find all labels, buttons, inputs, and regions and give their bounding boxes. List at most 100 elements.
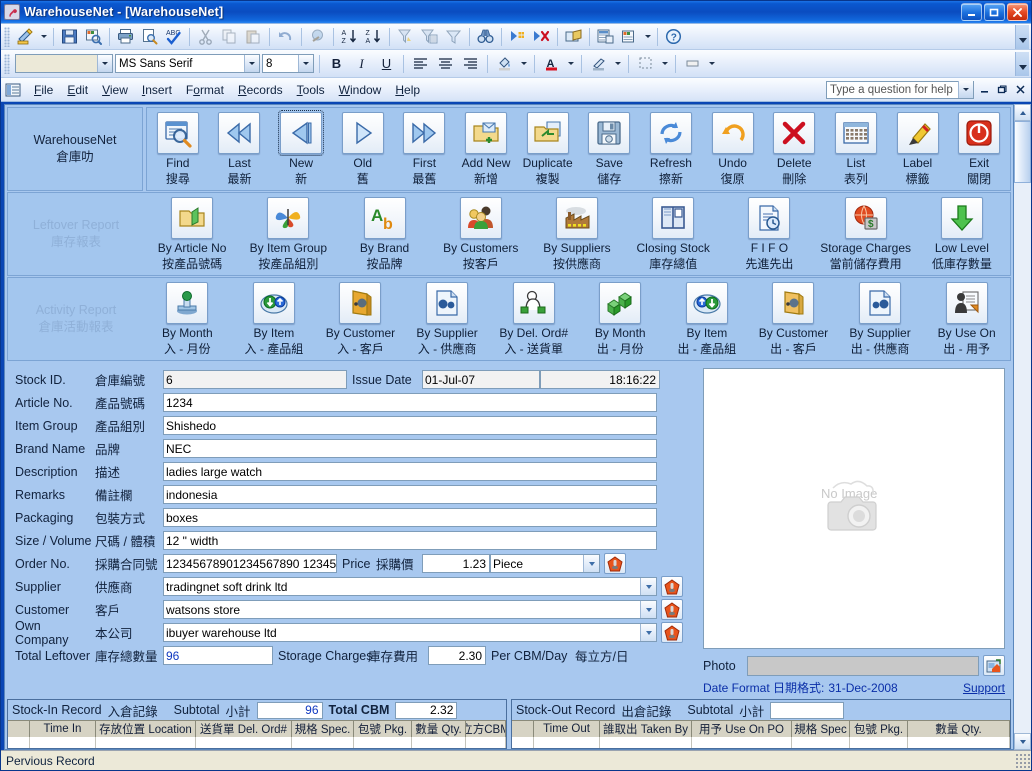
- remarks-input[interactable]: indonesia: [163, 485, 657, 504]
- align-left-icon[interactable]: [409, 53, 432, 75]
- stock-in-col-cbm[interactable]: 立方CBM: [466, 721, 506, 737]
- supplier-select[interactable]: tradingnet soft drink ltd: [163, 577, 657, 596]
- leftover-by-suppliers-button[interactable]: By Suppliers 按供應商: [529, 193, 625, 275]
- old-button[interactable]: Old 舊: [332, 108, 394, 190]
- leftover-by-article-no-button[interactable]: By Article No 按產品號碼: [144, 193, 240, 275]
- stock-in-col-location[interactable]: 存放位置 Location: [96, 721, 196, 737]
- align-center-icon[interactable]: [434, 53, 457, 75]
- menu-item-insert[interactable]: Insert: [135, 80, 179, 100]
- activity-in-by-month-button[interactable]: By Month 入 - 月份: [144, 278, 231, 360]
- stock-out-col-select[interactable]: [512, 721, 534, 737]
- find-button[interactable]: Find 搜尋: [147, 108, 209, 190]
- toolbar-overflow-button[interactable]: [1015, 25, 1029, 49]
- item-group-input[interactable]: Shishedo: [163, 416, 657, 435]
- photo-preview[interactable]: No Image: [703, 368, 1005, 649]
- spellcheck-icon[interactable]: ABC: [162, 26, 185, 48]
- stock-in-subtotal-value[interactable]: 96: [257, 702, 323, 719]
- activity-in-by-customer-button[interactable]: By Customer 入 - 客戶: [317, 278, 404, 360]
- stock-in-col-del-ord[interactable]: 送貨單 Del. Ord#: [196, 721, 292, 737]
- print-preview-icon[interactable]: [138, 26, 161, 48]
- menu-grip-icon[interactable]: [3, 81, 23, 99]
- chevron-down-icon[interactable]: [97, 55, 112, 72]
- print-icon[interactable]: [114, 26, 137, 48]
- font-size-select[interactable]: 8: [262, 54, 314, 73]
- undo-button[interactable]: Undo 復原: [702, 108, 764, 190]
- close-button[interactable]: [1007, 3, 1028, 21]
- resize-grip-icon[interactable]: [1015, 753, 1031, 769]
- line-style-dropdown-arrow[interactable]: [659, 53, 670, 75]
- sort-ascending-icon[interactable]: A Z: [338, 26, 361, 48]
- minimize-button[interactable]: [961, 3, 982, 21]
- support-link[interactable]: Support: [963, 681, 1005, 695]
- doc-close-button[interactable]: [1013, 82, 1028, 97]
- undo-icon[interactable]: [274, 26, 297, 48]
- leftover-by-item-group-button[interactable]: By Item Group 按產品組別: [240, 193, 336, 275]
- design-view-dropdown-arrow[interactable]: [38, 26, 49, 48]
- issue-date-input[interactable]: 01-Jul-07: [422, 370, 540, 389]
- last-button[interactable]: Last 最新: [209, 108, 271, 190]
- scroll-track-upper[interactable]: [1014, 121, 1031, 733]
- exit-button[interactable]: Exit 關閉: [948, 108, 1010, 190]
- scroll-thumb[interactable]: [1014, 121, 1031, 183]
- total-cbm-value[interactable]: 2.32: [395, 702, 457, 719]
- stock-out-row[interactable]: [512, 737, 1010, 748]
- new-button[interactable]: New 新: [270, 108, 332, 190]
- new-object-autoform-icon[interactable]: [618, 26, 641, 48]
- stock-id-input[interactable]: 6: [163, 370, 347, 389]
- align-right-icon[interactable]: [459, 53, 482, 75]
- chevron-down-icon[interactable]: [298, 55, 313, 72]
- help-question-input[interactable]: Type a question for help: [826, 81, 974, 99]
- list-button[interactable]: List 表列: [825, 108, 887, 190]
- article-no-input[interactable]: 1234: [163, 393, 657, 412]
- closing-stock-button[interactable]: Closing Stock 庫存總值: [625, 193, 721, 275]
- stock-in-col-select[interactable]: [8, 721, 30, 737]
- font-color-icon[interactable]: A: [540, 53, 563, 75]
- chevron-down-icon[interactable]: [583, 554, 599, 573]
- font-color-dropdown-arrow[interactable]: [565, 53, 576, 75]
- menu-item-edit[interactable]: Edit: [60, 80, 95, 100]
- total-leftover-input[interactable]: 96: [163, 646, 273, 665]
- first-button[interactable]: First 最舊: [394, 108, 456, 190]
- stock-out-col-spec[interactable]: 規格 Spec: [792, 721, 850, 737]
- line-color-icon[interactable]: [587, 53, 610, 75]
- browse-photo-button[interactable]: [983, 655, 1005, 676]
- leftover-by-customers-button[interactable]: By Customers 按客戶: [433, 193, 529, 275]
- stock-in-col-qty[interactable]: 數量 Qty.: [412, 721, 466, 737]
- add-customer-button[interactable]: [661, 599, 683, 620]
- object-select[interactable]: [15, 54, 113, 73]
- office-links-icon[interactable]: [562, 26, 585, 48]
- price-input[interactable]: 1.23: [422, 554, 490, 573]
- activity-in-by-delivery-order-button[interactable]: By Del. Ord# 入 - 送貨單: [490, 278, 577, 360]
- stock-in-col-spec[interactable]: 規格 Spec.: [292, 721, 354, 737]
- refresh-button[interactable]: Refresh 擦新: [640, 108, 702, 190]
- storage-charges-input[interactable]: 2.30: [428, 646, 486, 665]
- special-effect-icon[interactable]: [681, 53, 704, 75]
- menu-item-view[interactable]: View: [95, 80, 135, 100]
- filter-by-selection-icon[interactable]: [394, 26, 417, 48]
- new-record-icon[interactable]: [506, 26, 529, 48]
- new-object-icon[interactable]: [594, 26, 617, 48]
- underline-button[interactable]: U: [375, 53, 398, 75]
- duplicate-button[interactable]: Duplicate 複製: [517, 108, 579, 190]
- menu-item-format[interactable]: Format: [179, 80, 231, 100]
- formatting-toolbar-grip[interactable]: [4, 54, 10, 74]
- remove-filter-icon[interactable]: [442, 26, 465, 48]
- delete-record-icon[interactable]: [530, 26, 553, 48]
- add-unit-button[interactable]: [604, 553, 626, 574]
- storage-charges-button[interactable]: $ Storage Charges 當前儲存費用: [818, 193, 914, 275]
- sort-descending-icon[interactable]: Z A: [362, 26, 385, 48]
- formatting-toolbar-overflow-button[interactable]: [1015, 52, 1029, 76]
- chevron-down-icon[interactable]: [958, 81, 973, 98]
- activity-out-by-item-button[interactable]: By Item 出 - 產品組: [664, 278, 751, 360]
- stock-in-col-pkg[interactable]: 包號 Pkg.: [354, 721, 412, 737]
- description-input[interactable]: ladies large watch: [163, 462, 657, 481]
- cut-icon[interactable]: [194, 26, 217, 48]
- copy-icon[interactable]: [218, 26, 241, 48]
- low-level-button[interactable]: Low Level 低庫存數量: [914, 193, 1010, 275]
- special-effect-dropdown-arrow[interactable]: [706, 53, 717, 75]
- add-new-button[interactable]: Add New 新增: [455, 108, 517, 190]
- scroll-down-button[interactable]: [1014, 733, 1031, 750]
- menu-item-file[interactable]: File: [27, 80, 60, 100]
- add-supplier-button[interactable]: [661, 576, 683, 597]
- stock-in-col-time-in[interactable]: Time In: [30, 721, 96, 737]
